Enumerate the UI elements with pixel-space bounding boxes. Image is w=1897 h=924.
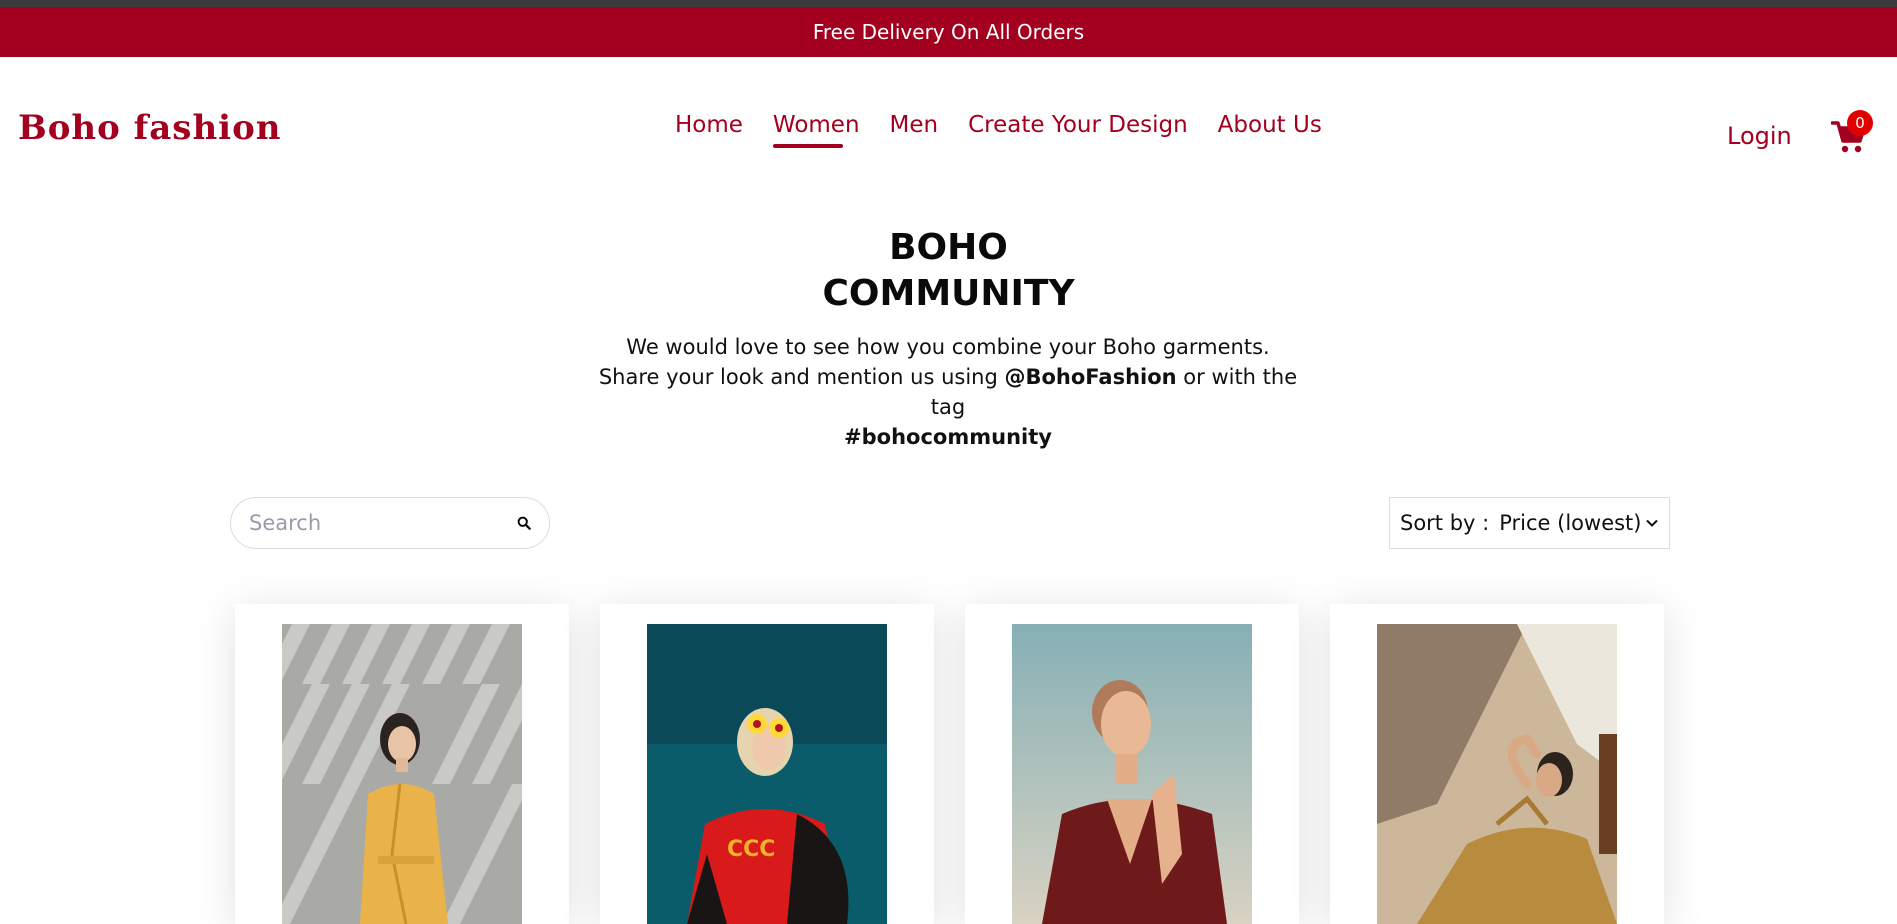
- product-image[interactable]: [282, 624, 522, 924]
- svg-text:CCC: CCC: [727, 837, 775, 862]
- search-icon[interactable]: [517, 512, 531, 534]
- nav-women[interactable]: Women: [772, 112, 860, 148]
- nav-men[interactable]: Men: [890, 112, 939, 138]
- search-input[interactable]: [249, 511, 517, 535]
- sort-selected-value: Price (lowest): [1499, 511, 1642, 535]
- product-card[interactable]: [965, 604, 1299, 924]
- page-title-line2: COMMUNITY: [822, 273, 1075, 314]
- nav-home[interactable]: Home: [675, 112, 743, 138]
- window-top-strip: [0, 0, 1897, 7]
- main-nav: Home Women Men Create Your Design About …: [675, 112, 1352, 148]
- community-description: We would love to see how you combine you…: [598, 332, 1298, 452]
- community-tag: #bohocommunity: [844, 425, 1052, 449]
- chevron-down-icon: [1646, 519, 1658, 527]
- nav-about-us[interactable]: About Us: [1218, 112, 1322, 138]
- nav-create-your-design[interactable]: Create Your Design: [968, 112, 1188, 138]
- page-title-line1: BOHO: [889, 227, 1008, 268]
- product-card[interactable]: [235, 604, 569, 924]
- promo-banner: Free Delivery On All Orders: [0, 7, 1897, 57]
- product-image[interactable]: CCC: [647, 624, 887, 924]
- brand-logo[interactable]: Boho fashion: [18, 108, 281, 148]
- product-image[interactable]: [1377, 624, 1617, 924]
- search-box: [230, 497, 550, 549]
- sort-select[interactable]: Sort by : Price (lowest): [1389, 497, 1670, 549]
- product-card[interactable]: [1330, 604, 1664, 924]
- promo-text: Free Delivery On All Orders: [812, 20, 1085, 44]
- sort-label: Sort by :: [1400, 511, 1490, 535]
- cart-count-badge: 0: [1847, 110, 1873, 136]
- product-image[interactable]: [1012, 624, 1252, 924]
- login-link[interactable]: Login: [1727, 122, 1792, 150]
- product-card[interactable]: CCC: [600, 604, 934, 924]
- brand-handle: @BohoFashion: [1004, 365, 1177, 389]
